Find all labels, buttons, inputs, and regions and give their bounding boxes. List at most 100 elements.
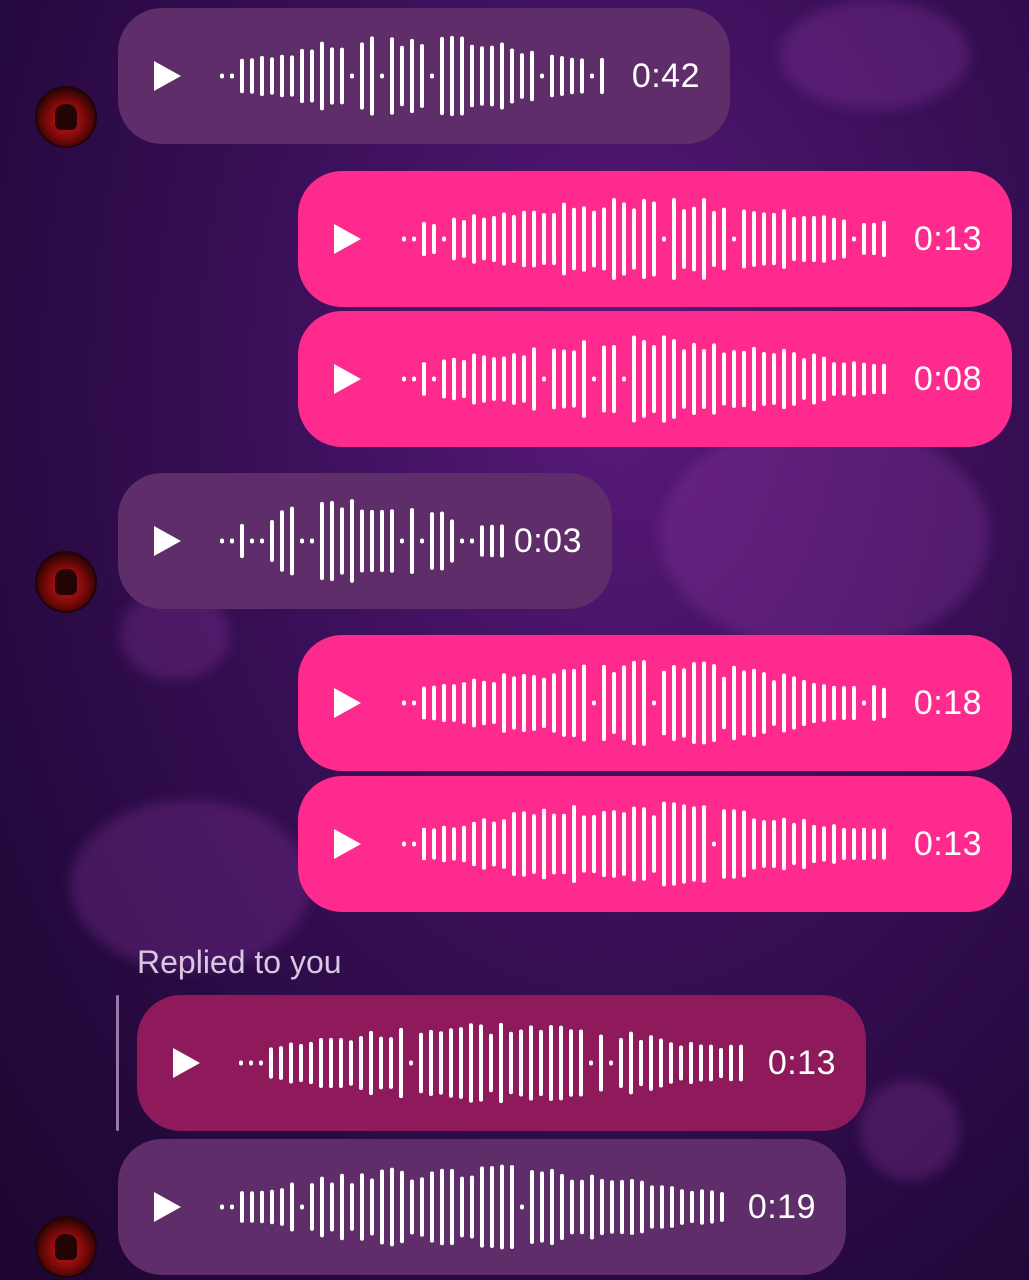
waveform-bar (842, 686, 846, 720)
waveform-bar (260, 55, 264, 97)
play-icon[interactable] (154, 61, 181, 91)
waveform-bar (502, 819, 506, 869)
waveform-bar (360, 1173, 364, 1241)
waveform-bar (340, 507, 344, 575)
waveform-bar (752, 818, 756, 870)
waveform-bar (350, 499, 354, 583)
waveform-bar (442, 236, 446, 242)
waveform-bar (440, 36, 444, 116)
waveform-bar (472, 214, 476, 264)
waveform-bar (309, 1041, 313, 1085)
voice-message[interactable]: 0:42 (118, 8, 730, 144)
waveform-bar (622, 665, 626, 741)
waveform-bar (532, 814, 536, 874)
waveform-bar (862, 700, 866, 706)
waveform-bar (440, 511, 444, 571)
contact-avatar[interactable] (37, 553, 95, 611)
play-icon[interactable] (334, 829, 361, 859)
voice-message[interactable]: 0:13 (298, 776, 1012, 912)
contact-avatar[interactable] (37, 1218, 95, 1276)
play-icon[interactable] (334, 224, 361, 254)
waveform-bar (239, 1060, 243, 1066)
waveform-bar (390, 1167, 394, 1247)
waveform-bar (460, 538, 464, 544)
waveform-bar (852, 828, 856, 860)
waveform[interactable] (400, 311, 898, 447)
waveform-bar (259, 1060, 263, 1066)
waveform-bar (742, 810, 746, 878)
waveform-bar (622, 202, 626, 276)
waveform[interactable] (400, 776, 898, 912)
waveform-bar (742, 350, 746, 408)
waveform-bar (472, 821, 476, 867)
voice-message[interactable]: 0:19 (118, 1139, 846, 1275)
waveform-bar (539, 1029, 543, 1097)
waveform-bar (460, 1176, 464, 1238)
waveform-bar (570, 1179, 574, 1235)
waveform-bar (692, 806, 696, 882)
waveform-bar (582, 664, 586, 742)
duration-label: 0:19 (747, 1187, 816, 1226)
waveform-bar (512, 214, 516, 264)
play-icon[interactable] (334, 364, 361, 394)
waveform[interactable] (218, 8, 612, 144)
voice-message[interactable]: 0:13 (298, 171, 1012, 307)
waveform-bar (340, 47, 344, 105)
waveform-bar (842, 827, 846, 861)
waveform-bar (512, 676, 516, 730)
waveform[interactable] (400, 635, 898, 771)
waveform-bar (319, 1038, 323, 1088)
waveform-bar (552, 673, 556, 733)
voice-message[interactable]: 0:03 (118, 473, 612, 609)
waveform-bar (439, 1031, 443, 1095)
waveform-bar (719, 1047, 723, 1079)
waveform-bar (570, 57, 574, 95)
waveform[interactable] (218, 473, 508, 609)
waveform-bar (802, 216, 806, 262)
waveform[interactable] (218, 1139, 730, 1275)
waveform-bar (822, 826, 826, 862)
play-icon[interactable] (173, 1048, 200, 1078)
waveform-bar (582, 206, 586, 272)
play-icon[interactable] (334, 688, 361, 718)
waveform-bar (330, 1182, 334, 1232)
waveform-bar (422, 221, 426, 257)
duration-label: 0:13 (913, 824, 982, 863)
waveform[interactable] (237, 995, 749, 1131)
replied-voice-message[interactable]: 0:13 (137, 995, 866, 1131)
waveform-bar (522, 673, 526, 733)
waveform-bar (462, 682, 466, 724)
waveform-bar (280, 1188, 284, 1226)
waveform-bar (250, 58, 254, 94)
waveform-bar (552, 813, 556, 875)
waveform-bar (649, 1035, 653, 1091)
waveform-bar (582, 340, 586, 418)
waveform-bar (592, 700, 596, 706)
waveform[interactable] (400, 171, 898, 307)
waveform-bar (622, 376, 626, 382)
contact-avatar[interactable] (37, 88, 95, 146)
waveform-bar (552, 348, 556, 410)
duration-label: 0:13 (767, 1043, 836, 1082)
waveform-bar (490, 524, 494, 558)
waveform-bar (562, 349, 566, 409)
voice-message[interactable]: 0:18 (298, 635, 1012, 771)
waveform-bar (732, 350, 736, 408)
waveform-bar (702, 661, 706, 745)
waveform-bar (572, 668, 576, 738)
play-icon[interactable] (154, 526, 181, 556)
play-icon[interactable] (154, 1192, 181, 1222)
waveform-bar (669, 1042, 673, 1084)
voice-message[interactable]: 0:08 (298, 311, 1012, 447)
waveform-bar (452, 684, 456, 722)
waveform-bar (600, 57, 604, 95)
waveform-bar (812, 215, 816, 263)
waveform-bar (572, 805, 576, 883)
waveform-bar (652, 700, 656, 706)
waveform-bar (412, 236, 416, 242)
waveform-bar (442, 359, 446, 399)
waveform-bar (472, 678, 476, 728)
waveform-bar (410, 38, 414, 114)
waveform-bar (722, 352, 726, 406)
waveform-bar (490, 1165, 494, 1249)
